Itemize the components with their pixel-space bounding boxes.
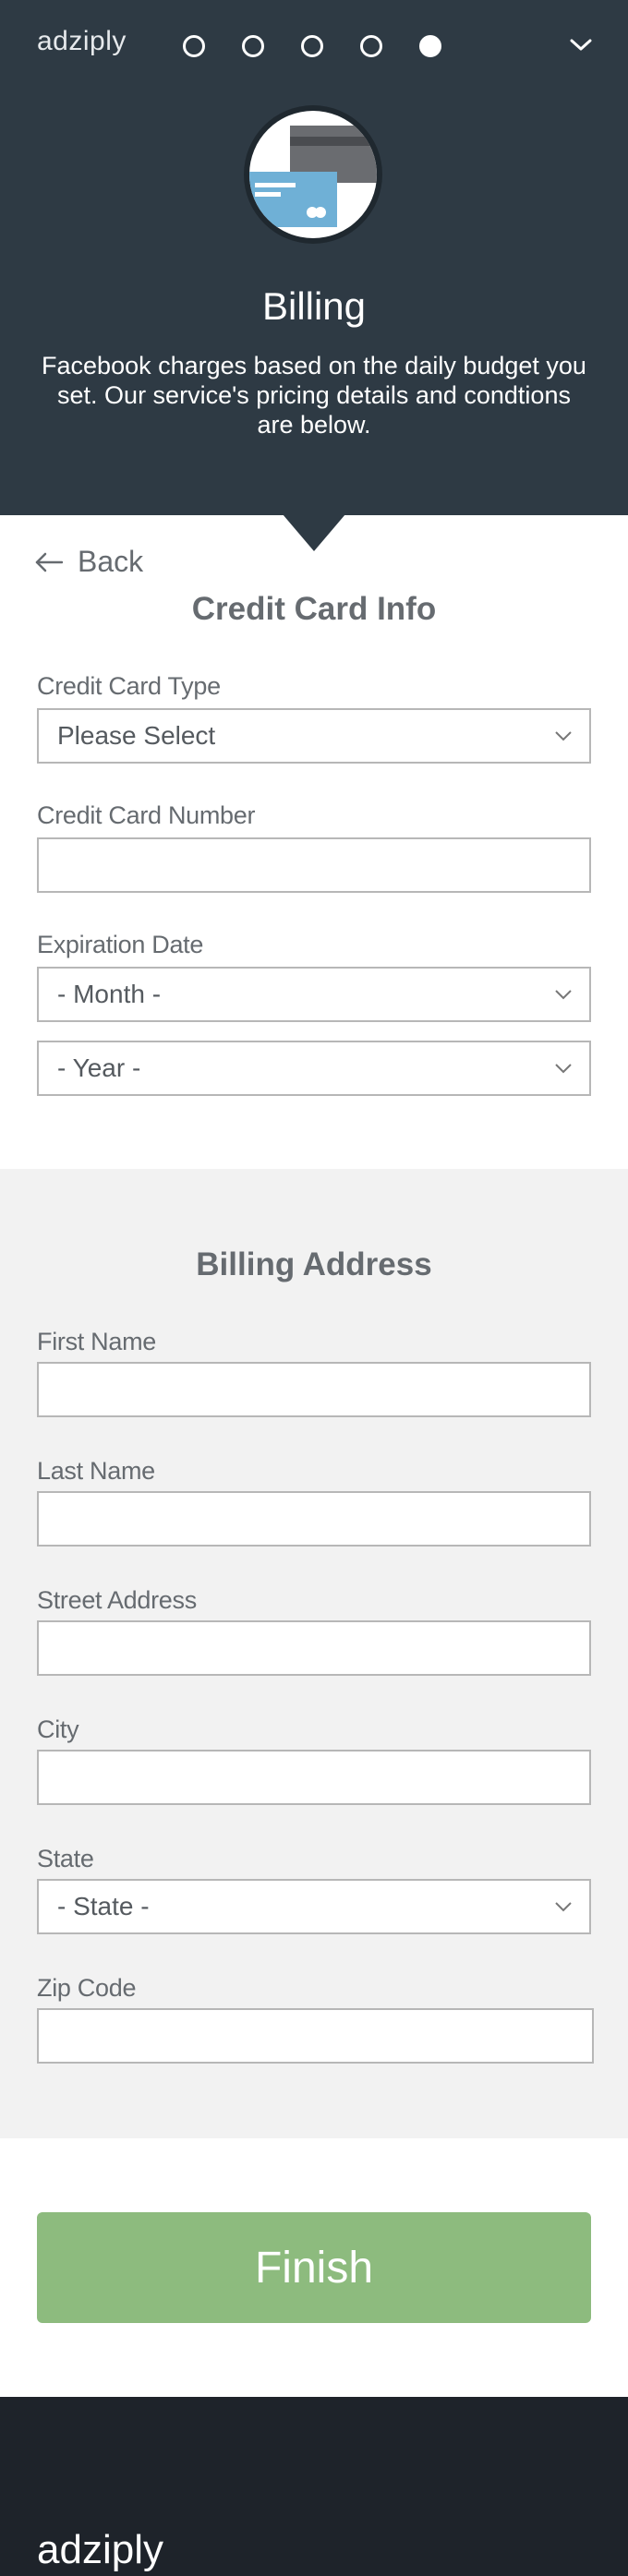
expiration-month-value: - Month - (57, 980, 162, 1008)
chevron-down-icon (554, 989, 573, 1000)
step-indicator-current (419, 35, 441, 57)
footer-brand-logo[interactable]: adziply (37, 2527, 163, 2573)
first-name-field (37, 1362, 591, 1417)
street-address-label: Street Address (37, 1586, 197, 1614)
back-button[interactable]: Back (35, 545, 143, 579)
credit-card-type-label: Credit Card Type (37, 672, 221, 700)
first-name-input[interactable] (39, 1364, 589, 1415)
state-value: - State - (57, 1892, 150, 1920)
city-field (37, 1750, 591, 1805)
city-label: City (37, 1715, 79, 1743)
last-name-input[interactable] (39, 1493, 589, 1545)
billing-address-section-title: Billing Address (196, 1246, 432, 1282)
chevron-down-icon (570, 39, 592, 51)
chevron-down-icon (554, 1901, 573, 1912)
arrow-left-icon (35, 552, 63, 572)
credit-card-number-input[interactable] (39, 839, 589, 891)
page-description: Facebook charges based on the daily budg… (42, 352, 586, 439)
step-indicator (242, 35, 264, 57)
page-title: Billing (261, 284, 367, 328)
zip-code-field (37, 2008, 594, 2064)
step-indicator (183, 35, 205, 57)
street-address-field (37, 1620, 591, 1676)
step-progress (183, 35, 441, 57)
credit-card-type-value: Please Select (57, 721, 216, 750)
state-label: State (37, 1845, 94, 1872)
chevron-down-icon (554, 1063, 573, 1074)
city-input[interactable] (39, 1751, 589, 1803)
billing-header: adziply Billing Facebook charges based o… (0, 0, 628, 515)
credit-card-number-label: Credit Card Number (37, 801, 256, 829)
last-name-field (37, 1491, 591, 1547)
credit-card-illustration (244, 105, 382, 244)
zip-code-input[interactable] (39, 2010, 592, 2062)
expiration-month-select[interactable]: - Month - (37, 967, 591, 1022)
finish-button[interactable]: Finish (37, 2212, 591, 2323)
step-indicator (360, 35, 382, 57)
expiration-year-value: - Year - (57, 1053, 141, 1082)
expiration-year-select[interactable]: - Year - (37, 1041, 591, 1096)
chevron-down-icon (554, 730, 573, 741)
step-indicator (301, 35, 323, 57)
credit-card-number-field (37, 837, 591, 893)
street-address-input[interactable] (39, 1622, 589, 1674)
first-name-label: First Name (37, 1328, 157, 1355)
expiration-date-label: Expiration Date (37, 931, 204, 958)
brand-logo[interactable]: adziply (37, 26, 127, 57)
last-name-label: Last Name (37, 1457, 155, 1485)
menu-toggle-button[interactable] (567, 31, 595, 59)
state-select[interactable]: - State - (37, 1879, 591, 1934)
back-label: Back (78, 545, 144, 578)
zip-code-label: Zip Code (37, 1974, 137, 2002)
credit-card-type-select[interactable]: Please Select (37, 708, 591, 764)
credit-card-icon (249, 126, 377, 227)
credit-card-section-title: Credit Card Info (191, 591, 437, 627)
header-pointer (283, 514, 345, 551)
